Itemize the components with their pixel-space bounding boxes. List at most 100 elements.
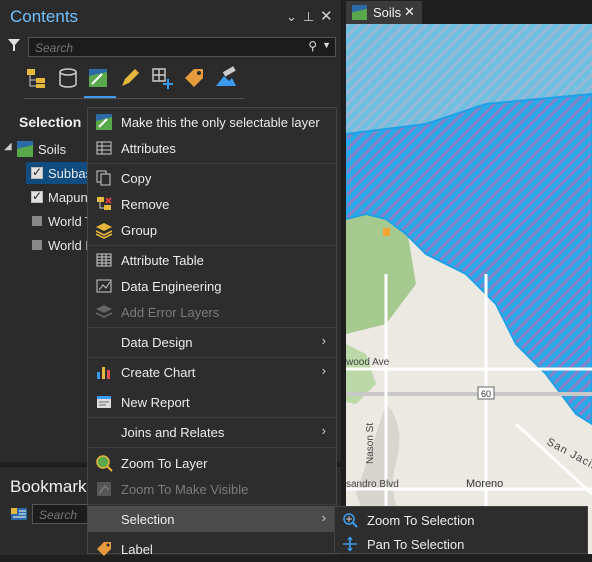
menu-item-attributes[interactable]: Attributes xyxy=(88,135,336,161)
close-tab-icon[interactable]: ✕ xyxy=(404,4,415,20)
map-label-city: Moreno xyxy=(466,478,503,490)
menu-separator xyxy=(88,327,336,328)
menu-item-remove[interactable]: Remove xyxy=(88,191,336,217)
menu-separator xyxy=(88,447,336,448)
menu-item-label: Zoom To Make Visible xyxy=(121,482,249,497)
map-view[interactable]: wood Ave Nason St sandro Blvd Moreno 60 … xyxy=(346,24,592,554)
layer-row-world-hillshade[interactable]: World H xyxy=(26,234,95,256)
menu-item-label: Label xyxy=(121,542,153,557)
label-icon xyxy=(97,542,111,556)
contents-search-input[interactable] xyxy=(33,39,297,57)
menu-item-zoom-to-layer[interactable]: Zoom To Layer xyxy=(88,450,336,476)
layer-visibility-checkbox[interactable] xyxy=(31,189,43,203)
layer-row-world-topographic[interactable]: World T xyxy=(26,210,93,232)
layer-row-soils[interactable]: ◢ Soils xyxy=(0,138,87,160)
contents-title: Contents xyxy=(10,7,79,26)
menu-item-create-chart[interactable]: Create Chart › xyxy=(88,359,336,385)
list-by-snapping-icon[interactable] xyxy=(150,66,174,90)
tab-label: Soils xyxy=(373,5,402,20)
list-by-data-source-icon[interactable] xyxy=(56,66,80,90)
attributes-icon xyxy=(96,141,112,155)
map-tab-bar: Soils ✕ xyxy=(342,0,592,24)
list-by-drawing-order-icon[interactable] xyxy=(24,66,48,90)
bookmarks-title: Bookmarks xyxy=(10,477,96,496)
bookmarks-search-input[interactable] xyxy=(37,506,89,524)
menu-item-data-engineering[interactable]: Data Engineering xyxy=(88,273,336,299)
pin-icon[interactable]: ⊥ xyxy=(303,9,314,25)
selectable-layer-icon xyxy=(96,114,112,130)
menu-item-label: Data Design xyxy=(121,335,193,350)
copy-icon xyxy=(96,170,111,186)
menu-item-joins-relates[interactable]: Joins and Relates › xyxy=(88,419,336,445)
submenu-arrow-icon: › xyxy=(321,510,326,525)
menu-item-selection[interactable]: Selection › xyxy=(88,506,336,532)
list-by-selection-icon[interactable] xyxy=(86,66,110,90)
menu-item-label: Zoom To Layer xyxy=(121,456,208,471)
menu-item-attribute-table[interactable]: Attribute Table xyxy=(88,247,336,273)
menu-separator xyxy=(88,245,336,246)
remove-layer-icon xyxy=(97,197,112,210)
menu-item-label: Group xyxy=(121,223,158,238)
zoom-to-selection-icon xyxy=(343,513,358,528)
chart-icon xyxy=(97,367,110,379)
menu-item-label: Data Engineering xyxy=(121,279,222,294)
submenu-arrow-icon: › xyxy=(321,423,326,438)
search-icon[interactable]: ⚲ xyxy=(308,39,317,53)
menu-item-pan-to-selection[interactable]: Pan To Selection xyxy=(335,532,587,556)
menu-item-data-design[interactable]: Data Design › xyxy=(88,329,336,355)
menu-item-group[interactable]: Group xyxy=(88,217,336,243)
tab-soils[interactable]: Soils ✕ xyxy=(346,1,422,24)
menu-item-zoom-to-make-visible[interactable]: Zoom To Make Visible xyxy=(88,476,336,502)
active-tool-indicator xyxy=(84,96,116,98)
filter-icon[interactable] xyxy=(7,38,21,52)
toolbar-divider xyxy=(24,98,244,99)
layer-row-subbasins[interactable]: Subbas xyxy=(26,162,92,184)
map-icon xyxy=(352,5,367,20)
menu-item-label: Copy xyxy=(121,171,152,186)
close-icon[interactable]: ✕ xyxy=(320,7,333,25)
menu-item-new-report[interactable]: New Report xyxy=(88,389,336,415)
list-by-perspective-imagery-icon[interactable] xyxy=(214,66,238,90)
report-icon xyxy=(97,396,111,408)
bookmarks-search-field[interactable] xyxy=(32,504,89,524)
layer-context-menu: Make this the only selectable layer Attr… xyxy=(87,107,337,557)
layer-visibility-checkbox[interactable] xyxy=(32,240,42,250)
menu-item-label: Pan To Selection xyxy=(367,537,465,552)
layer-label: Soils xyxy=(38,142,67,157)
menu-item-label: Add Error Layers xyxy=(121,305,220,320)
bookmark-manager-icon[interactable] xyxy=(10,505,28,523)
zoom-to-visible-icon xyxy=(97,482,111,496)
group-layers-icon xyxy=(95,223,113,239)
search-options-dropdown-icon[interactable]: ▼ xyxy=(322,40,331,50)
error-layers-icon xyxy=(95,305,113,318)
contents-search-field[interactable]: ⚲ ▼ xyxy=(28,37,336,57)
pan-to-selection-icon xyxy=(343,536,357,552)
menu-separator xyxy=(88,504,336,505)
menu-separator xyxy=(88,417,336,418)
data-engineering-icon xyxy=(96,279,112,293)
selection-submenu: Zoom To Selection Pan To Selection xyxy=(334,506,588,554)
menu-item-label: Joins and Relates xyxy=(121,425,225,440)
attribute-table-icon xyxy=(96,253,112,267)
submenu-arrow-icon: › xyxy=(321,363,326,378)
list-by-editing-icon[interactable] xyxy=(118,66,142,90)
contents-header: Contents ⌄ ⊥ ✕ xyxy=(0,0,341,34)
zoom-to-layer-icon xyxy=(96,455,113,472)
menu-item-add-error-layers[interactable]: Add Error Layers xyxy=(88,299,336,325)
layer-visibility-checkbox[interactable] xyxy=(31,165,43,179)
map-icon xyxy=(17,141,33,157)
map-label-street: wood Ave xyxy=(346,357,390,368)
contents-toolbar xyxy=(24,66,244,100)
layer-visibility-checkbox[interactable] xyxy=(32,216,42,226)
menu-item-label-features[interactable]: Label xyxy=(88,536,336,562)
menu-item-make-only-selectable[interactable]: Make this the only selectable layer xyxy=(88,109,336,135)
list-by-labeling-icon[interactable] xyxy=(182,66,206,90)
menu-separator xyxy=(88,163,336,164)
map-canvas[interactable]: wood Ave Nason St sandro Blvd Moreno 60 … xyxy=(346,24,592,554)
pane-options-icon[interactable]: ⌄ xyxy=(286,9,297,25)
collapse-caret-icon[interactable]: ◢ xyxy=(4,141,12,152)
menu-item-copy[interactable]: Copy xyxy=(88,165,336,191)
menu-item-label: Make this the only selectable layer xyxy=(121,115,320,130)
menu-item-zoom-to-selection[interactable]: Zoom To Selection xyxy=(335,508,587,532)
layer-row-mapunits[interactable]: Mapuni xyxy=(26,186,91,208)
